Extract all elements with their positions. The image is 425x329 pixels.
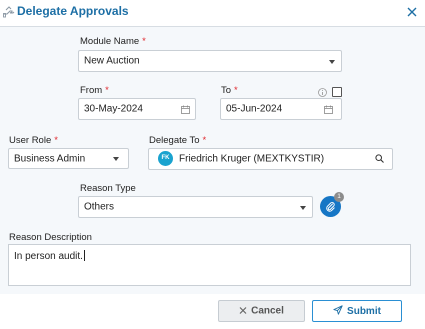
text-cursor xyxy=(83,250,85,261)
module-name-select[interactable]: New Auction xyxy=(78,50,342,72)
reason-description-value: In person audit. xyxy=(14,251,83,262)
cancel-button[interactable]: Cancel xyxy=(218,300,305,322)
from-label: From * xyxy=(80,85,109,96)
to-date-field[interactable]: 05-Jun-2024 xyxy=(220,98,342,120)
module-name-value: New Auction xyxy=(84,55,140,67)
close-icon xyxy=(239,307,247,314)
submit-button[interactable]: Submit xyxy=(312,300,402,322)
delegate-hand-icon xyxy=(3,6,15,18)
reason-type-value: Others xyxy=(84,201,115,213)
close-icon[interactable] xyxy=(404,4,420,20)
info-icon[interactable] xyxy=(318,88,327,97)
delegate-to-field[interactable]: Friedrich Kruger (MEXTKYSTIR) xyxy=(148,148,393,170)
search-icon[interactable] xyxy=(375,154,384,163)
attachment-count-badge: 1 xyxy=(334,192,344,202)
dialog-header: Delegate Approvals xyxy=(0,0,425,27)
module-name-label: Module Name * xyxy=(80,36,146,47)
user-role-value: Business Admin xyxy=(14,153,86,164)
send-icon xyxy=(333,305,343,315)
dialog-title: Delegate Approvals xyxy=(17,4,129,18)
calendar-icon[interactable] xyxy=(324,105,333,114)
to-checkbox[interactable] xyxy=(332,87,342,97)
paperclip-icon xyxy=(326,202,335,212)
chevron-down-icon xyxy=(113,157,119,161)
submit-label: Submit xyxy=(347,306,381,317)
to-label: To * xyxy=(221,85,238,96)
avatar: FK xyxy=(158,151,173,166)
reason-type-select[interactable]: Others xyxy=(78,196,313,218)
chevron-down-icon xyxy=(329,60,335,64)
reason-description-textarea[interactable]: In person audit. xyxy=(8,244,411,286)
calendar-icon[interactable] xyxy=(181,105,190,114)
reason-description-label: Reason Description xyxy=(9,232,92,243)
from-date-field[interactable]: 30-May-2024 xyxy=(78,98,196,120)
to-date-value: 05-Jun-2024 xyxy=(226,103,283,115)
reason-type-label: Reason Type xyxy=(80,183,136,194)
delegate-to-label: Delegate To * xyxy=(149,135,207,146)
from-date-value: 30-May-2024 xyxy=(84,103,143,115)
user-role-label: User Role * xyxy=(9,135,58,146)
user-role-select[interactable]: Business Admin xyxy=(8,148,129,169)
cancel-label: Cancel xyxy=(251,305,284,317)
chevron-down-icon xyxy=(300,206,306,210)
delegate-to-value: Friedrich Kruger (MEXTKYSTIR) xyxy=(179,153,325,165)
